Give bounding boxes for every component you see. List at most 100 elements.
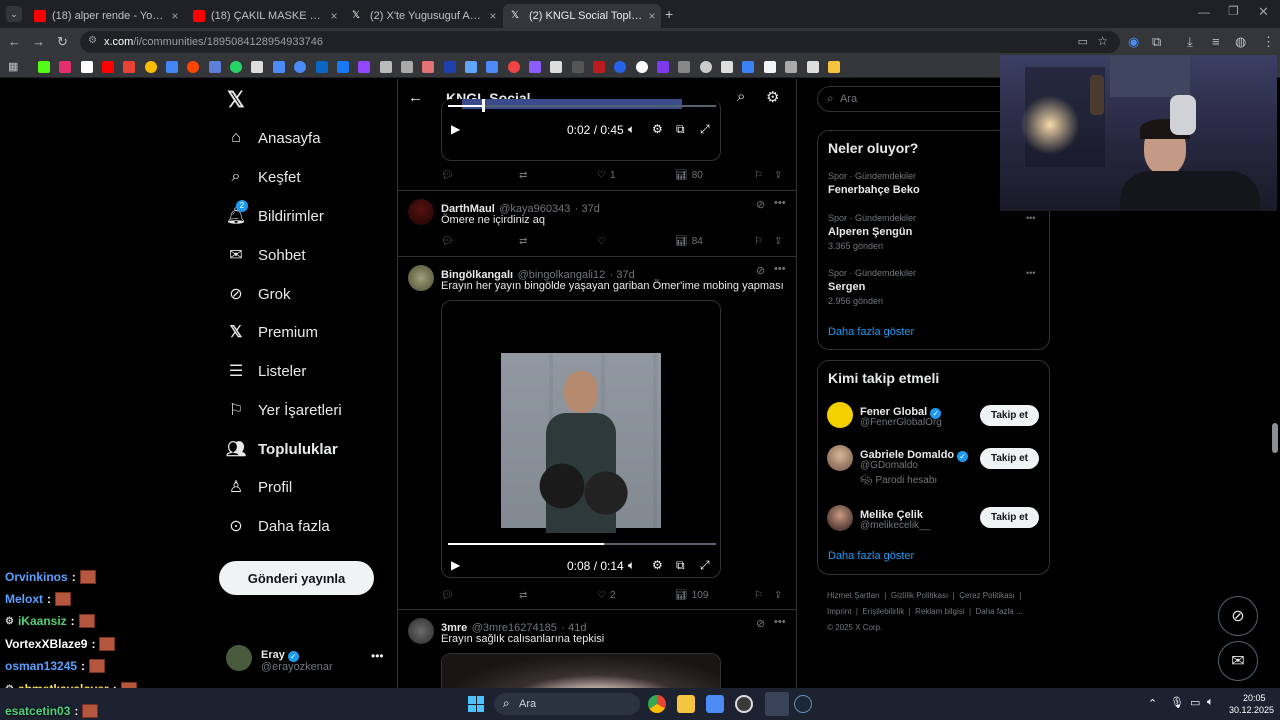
- bookmark-favicon-icon[interactable]: [294, 61, 306, 73]
- reply-icon[interactable]: 💬︎: [441, 590, 454, 601]
- sidebar-item-grok[interactable]: ⊘ Grok: [226, 279, 290, 309]
- sidebar-item-explore[interactable]: ⌕ Keşfet: [226, 162, 301, 192]
- bookmark-favicon-icon[interactable]: [187, 61, 199, 73]
- reply-icon[interactable]: 💬︎: [441, 236, 454, 247]
- bookmark-favicon-icon[interactable]: [59, 61, 71, 73]
- bookmark-favicon-icon[interactable]: [657, 61, 669, 73]
- footer-link[interactable]: Hizmet Şartları: [827, 591, 880, 600]
- bookmark-favicon-icon[interactable]: [444, 61, 456, 73]
- start-button[interactable]: [468, 696, 484, 712]
- back-arrow-icon[interactable]: ←: [8, 34, 21, 49]
- post-card[interactable]: DarthMaul @kaya960343 · 37d ⊘ ••• Ömere …: [398, 191, 796, 257]
- sidebar-item-notifications[interactable]: 🔔︎ 2 Bildirimler: [226, 200, 324, 231]
- bookmark-favicon-icon[interactable]: [145, 61, 157, 73]
- sidebar-item-more[interactable]: ⊙ Daha fazla: [226, 511, 329, 541]
- clock-date[interactable]: 30.12.2025: [1229, 705, 1274, 715]
- close-window-icon[interactable]: ✕: [1258, 4, 1269, 20]
- browser-tab-active[interactable]: 𝕏 (2) KNGL Social Topluluk / X ×: [503, 4, 661, 28]
- browser-tab[interactable]: (18) alper rende - YouTube ×: [26, 4, 184, 28]
- forward-arrow-icon[interactable]: →: [32, 34, 45, 49]
- bookmark-favicon-icon[interactable]: [102, 61, 114, 73]
- play-icon[interactable]: ▶: [451, 558, 460, 572]
- microphone-icon[interactable]: 🎙︎: [1170, 696, 1184, 709]
- follow-suggestion[interactable]: Melike Çelik @melikecelik__: [827, 503, 977, 537]
- cast-icon[interactable]: ▭: [1078, 35, 1088, 48]
- trend-item[interactable]: Spor · Gündemdekiler Alperen Şengün 3.36…: [828, 213, 1040, 255]
- account-switcher[interactable]: Eray ✓ @erayozkenar •••: [226, 641, 386, 675]
- grok-icon[interactable]: ⊘: [756, 264, 765, 277]
- search-icon[interactable]: ⌕: [737, 88, 745, 105]
- pip-icon[interactable]: ⧉: [676, 558, 685, 573]
- bookmark-favicon-icon[interactable]: [401, 61, 413, 73]
- fullscreen-icon[interactable]: ⤢: [700, 122, 710, 137]
- video-player[interactable]: ▶ 0:02 / 0:45 🔈︎ ⚙ ⧉ ⤢: [441, 99, 721, 161]
- trend-item[interactable]: Spor · Gündemdekiler Sergen 2.956 gönder…: [828, 268, 1040, 310]
- bookmark-favicon-icon[interactable]: [785, 61, 797, 73]
- bookmark-favicon-icon[interactable]: [742, 61, 754, 73]
- bookmark-favicon-icon[interactable]: [316, 61, 328, 73]
- show-more-link[interactable]: Daha fazla göster: [828, 550, 914, 562]
- share-icon[interactable]: ⇪: [774, 170, 782, 181]
- download-icon[interactable]: ⤓: [1187, 34, 1193, 50]
- bookmark-favicon-icon[interactable]: [593, 61, 605, 73]
- video-settings-icon[interactable]: ⚙: [652, 122, 663, 136]
- footer-link[interactable]: Erişilebilirlik: [862, 607, 904, 616]
- volume-icon[interactable]: 🔈︎: [628, 558, 635, 573]
- repost-icon[interactable]: ⇄: [519, 590, 527, 601]
- tray-chevron-icon[interactable]: ⌃: [1148, 697, 1157, 710]
- apps-grid-icon[interactable]: ▦: [8, 60, 20, 73]
- bookmark-favicon-icon[interactable]: [764, 61, 776, 73]
- footer-link[interactable]: Reklam bilgisi: [915, 607, 964, 616]
- bookmark-favicon-icon[interactable]: [807, 61, 819, 73]
- bookmark-favicon-icon[interactable]: [123, 61, 135, 73]
- messages-fab[interactable]: ✉: [1218, 641, 1258, 681]
- bookmark-favicon-icon[interactable]: [486, 61, 498, 73]
- grok-fab[interactable]: ⊘: [1218, 596, 1258, 636]
- footer-link[interactable]: Çerez Politikası: [959, 591, 1015, 600]
- more-dots-icon[interactable]: •••: [774, 197, 786, 209]
- bookmark-icon[interactable]: ⚐: [754, 236, 763, 247]
- repost-icon[interactable]: ⇄: [519, 170, 527, 181]
- sidebar-item-home[interactable]: ⌂ Anasayfa: [226, 123, 320, 153]
- puzzle-icon[interactable]: ⧉: [1152, 34, 1161, 50]
- bookmark-favicon-icon[interactable]: [337, 61, 349, 73]
- follow-suggestion[interactable]: Gabriele Domaldo ✓ @GDomaldo 🎭︎ Parodi he…: [827, 443, 977, 489]
- bookmark-favicon-icon[interactable]: [358, 61, 370, 73]
- video-player[interactable]: [441, 653, 721, 688]
- steam-icon[interactable]: [794, 695, 812, 713]
- sidebar-item-chat[interactable]: ✉ Sohbet: [226, 240, 305, 270]
- bookmark-favicon-icon[interactable]: [465, 61, 477, 73]
- bookmark-favicon-icon[interactable]: [81, 61, 93, 73]
- video-progress-track[interactable]: [448, 105, 716, 107]
- reload-icon[interactable]: ↻: [57, 34, 68, 50]
- page-scrollbar[interactable]: [1272, 423, 1278, 453]
- video-scrubber[interactable]: [482, 99, 485, 112]
- bookmark-favicon-icon[interactable]: [166, 61, 178, 73]
- bookmark-favicon-icon[interactable]: [273, 61, 285, 73]
- maximize-icon[interactable]: ❐: [1228, 4, 1239, 18]
- more-dots-icon[interactable]: •••: [1026, 213, 1035, 223]
- settings-gear-icon[interactable]: ⚙: [766, 88, 779, 106]
- bookmark-favicon-icon[interactable]: [251, 61, 263, 73]
- close-icon[interactable]: ×: [166, 9, 184, 23]
- bookmark-favicon-icon[interactable]: [230, 61, 242, 73]
- more-dots-icon[interactable]: •••: [774, 263, 786, 275]
- obs-icon[interactable]: [735, 695, 753, 713]
- bookmark-favicon-icon[interactable]: [508, 61, 520, 73]
- sidebar-item-bookmarks[interactable]: ⚐ Yer İşaretleri: [226, 395, 342, 425]
- bookmark-favicon-icon[interactable]: [380, 61, 392, 73]
- volume-icon[interactable]: 🔈︎: [1207, 696, 1214, 709]
- photos-icon[interactable]: [706, 695, 724, 713]
- grok-icon[interactable]: ⊘: [756, 198, 765, 211]
- reply-icon[interactable]: 💬︎: [441, 170, 454, 181]
- repost-icon[interactable]: ⇄: [519, 236, 527, 247]
- like-button[interactable]: ♡ 1: [597, 170, 616, 181]
- site-info-icon[interactable]: ⚙: [88, 35, 97, 46]
- sidebar-item-premium[interactable]: 𝕏 Premium: [226, 317, 318, 347]
- new-tab-icon[interactable]: +: [665, 6, 673, 22]
- bookmark-favicon-icon[interactable]: [614, 61, 626, 73]
- fullscreen-icon[interactable]: ⤢: [700, 558, 710, 573]
- chrome-icon[interactable]: [648, 695, 666, 713]
- folder-icon[interactable]: [828, 61, 840, 73]
- browser-tab[interactable]: 𝕏 (2) X'te Yugusuguf Arşiv: "takla ×: [344, 4, 502, 28]
